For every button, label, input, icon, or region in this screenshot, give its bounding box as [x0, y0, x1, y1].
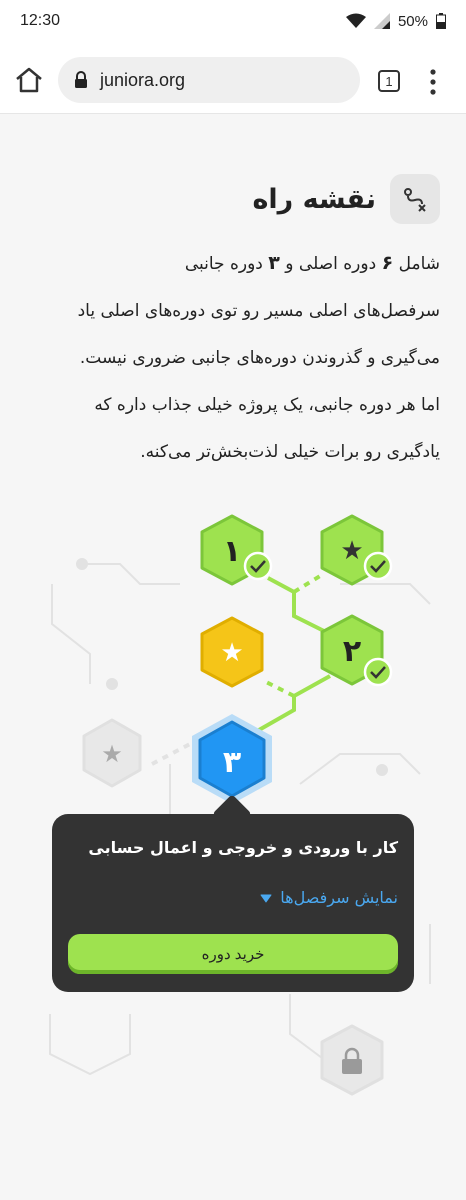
- completed-check-icon: [243, 551, 273, 581]
- roadmap-connectors: [251, 574, 331, 736]
- route-icon: [390, 174, 440, 224]
- completed-check-icon: [363, 551, 393, 581]
- star-icon: ★: [220, 638, 243, 668]
- address-bar[interactable]: juniora.org: [58, 57, 360, 103]
- buy-course-button[interactable]: خرید دوره: [68, 934, 398, 974]
- roadmap-side-node-3[interactable]: ★: [82, 718, 142, 788]
- page-title: نقشه راه: [252, 183, 376, 215]
- battery-icon: [436, 13, 446, 29]
- browser-toolbar: juniora.org 1: [0, 42, 466, 114]
- home-icon[interactable]: [14, 66, 44, 94]
- status-time: 12:30: [20, 12, 61, 29]
- roadmap-node-1[interactable]: ۱: [200, 514, 273, 586]
- completed-check-icon: [363, 657, 393, 687]
- star-icon: ★: [101, 740, 123, 768]
- show-chapters-label: نمایش سرفصل‌ها: [280, 888, 398, 907]
- main-course-count: ۶: [381, 252, 394, 274]
- course-popup: کار با ورودی و خروجی و اعمال حسابی نمایش…: [52, 814, 414, 992]
- locked-connector: [151, 742, 191, 766]
- lock-icon: [75, 71, 87, 88]
- description-line: یادگیری رو برات خیلی لذت‌بخش‌تر می‌کنه.: [140, 442, 440, 462]
- roadmap-description: شامل ۶ دوره اصلی و ۳ دوره جانبی سرفصل‌ها…: [20, 240, 440, 476]
- description-line: اما هر دوره جانبی، یک پروژه خیلی جذاب دا…: [94, 395, 440, 415]
- svg-text:۳: ۳: [223, 745, 241, 780]
- show-chapters-link[interactable]: نمایش سرفصل‌ها: [260, 888, 398, 907]
- page-content: نقشه راه شامل ۶ دوره اصلی و ۳ دوره جانبی…: [0, 114, 466, 1200]
- tab-switcher-button[interactable]: 1: [378, 70, 400, 92]
- star-icon: ★: [340, 536, 363, 566]
- roadmap-side-node-2[interactable]: ★: [200, 616, 264, 688]
- roadmap-heading: نقشه راه: [252, 174, 440, 224]
- status-bar: 12:30 50%: [0, 0, 466, 42]
- more-menu-icon[interactable]: [428, 68, 438, 96]
- wifi-icon: [345, 13, 366, 28]
- locked-node[interactable]: [320, 1024, 384, 1096]
- roadmap-node-2[interactable]: ۲: [320, 614, 393, 687]
- chevron-down-icon: [260, 894, 272, 902]
- description-line: سرفصل‌های اصلی مسیر رو توی دوره‌های اصلی…: [77, 301, 440, 321]
- status-icons: 50%: [345, 12, 446, 30]
- svg-text:۱: ۱: [223, 534, 241, 569]
- svg-text:۲: ۲: [343, 634, 361, 669]
- roadmap-side-node-1[interactable]: ★: [320, 514, 393, 586]
- signal-icon: [373, 13, 390, 29]
- description-line: می‌گیری و گذروندن دوره‌های جانبی ضروری ن…: [79, 348, 440, 368]
- url-text: juniora.org: [100, 69, 186, 90]
- battery-level: 50%: [397, 12, 428, 30]
- course-count-line: شامل ۶ دوره اصلی و ۳ دوره جانبی: [184, 252, 440, 274]
- side-course-count: ۳: [268, 252, 280, 274]
- course-title: کار با ورودی و خروجی و اعمال حسابی: [88, 838, 398, 857]
